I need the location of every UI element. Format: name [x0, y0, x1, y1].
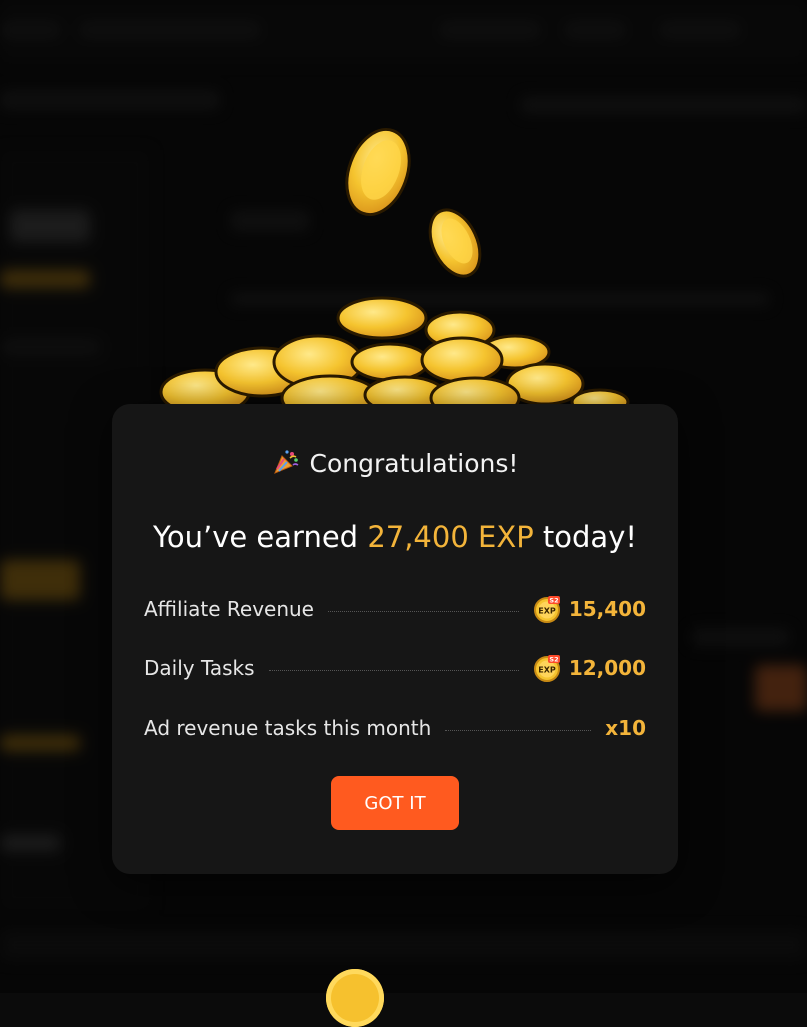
headline-suffix: today! — [533, 520, 637, 554]
reward-row-label: Affiliate Revenue — [144, 597, 314, 621]
falling-coin — [428, 208, 482, 278]
svg-text:EXP: EXP — [538, 607, 556, 616]
coin-pile — [159, 296, 630, 420]
reward-amount: 12,000 — [568, 656, 646, 680]
reward-row-ad-revenue: Ad revenue tasks this month x10 — [144, 713, 646, 743]
exp-s2-coin-icon: EXP S2 — [533, 655, 560, 682]
modal-title: Congratulations! — [112, 448, 678, 478]
reward-row-label: Ad revenue tasks this month — [144, 716, 432, 740]
falling-coin — [345, 127, 411, 217]
earned-headline: You’ve earned 27,400 EXP today! — [112, 520, 678, 554]
dotted-leader — [328, 610, 519, 612]
exp-s2-coin-icon: EXP S2 — [533, 596, 560, 623]
reward-multiplier: x10 — [605, 716, 646, 740]
reward-row-label: Daily Tasks — [144, 656, 255, 680]
reward-row-value: EXP S2 12,000 — [533, 654, 646, 682]
svg-text:EXP: EXP — [538, 666, 556, 675]
reward-amount: 15,400 — [568, 597, 646, 621]
party-popper-icon — [273, 450, 298, 474]
dotted-leader — [445, 729, 592, 731]
headline-prefix: You’ve earned — [153, 520, 368, 554]
reward-row-daily-tasks: Daily Tasks EXP S2 12,000 — [144, 653, 646, 683]
gold-coins-pile-icon — [159, 127, 630, 420]
svg-text:S2: S2 — [549, 656, 558, 664]
modal-title-text: Congratulations! — [309, 449, 519, 478]
reward-row-value: EXP S2 15,400 — [533, 595, 646, 623]
reward-row-value: x10 — [605, 716, 646, 740]
got-it-button[interactable]: GOT IT — [331, 776, 459, 830]
svg-text:S2: S2 — [549, 597, 558, 605]
headline-amount: 27,400 EXP — [367, 520, 534, 554]
reward-row-affiliate: Affiliate Revenue EXP S2 15,400 — [144, 594, 646, 624]
bottom-coin-icon — [326, 969, 384, 1027]
dotted-leader — [268, 669, 519, 671]
congratulations-modal: Congratulations! You’ve earned 27,400 EX… — [112, 404, 678, 874]
